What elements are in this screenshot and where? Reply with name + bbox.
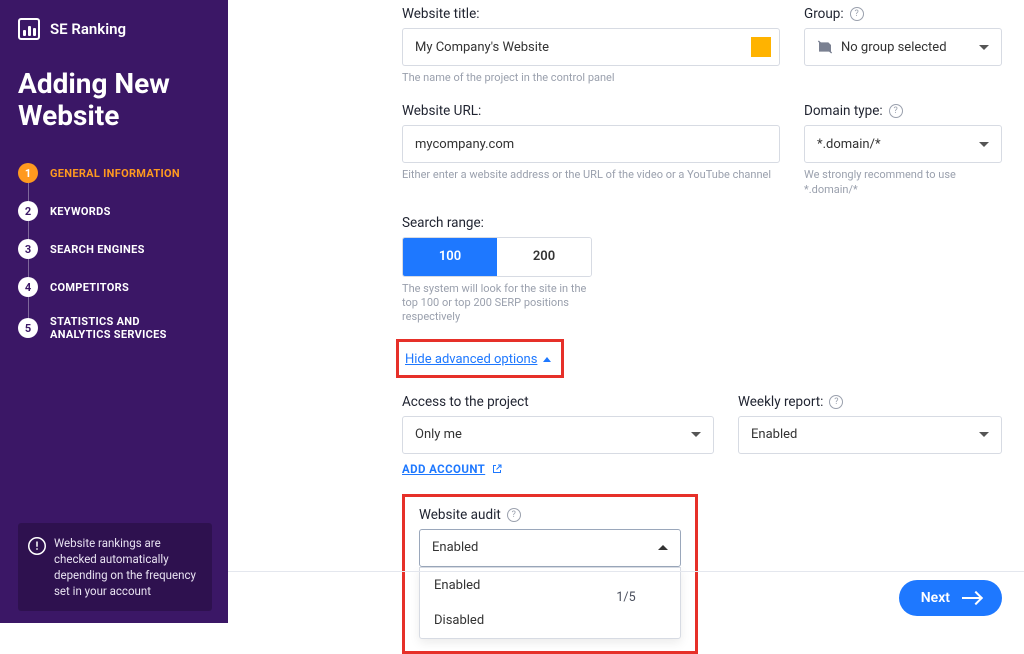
website-audit-value: Enabled	[432, 540, 478, 555]
step-search-engines[interactable]: 3 SEARCH ENGINES	[18, 230, 212, 268]
search-range-toggle: 100 200	[402, 237, 592, 277]
access-label: Access to the project	[402, 394, 714, 410]
domain-type-value: *.domain/*	[817, 137, 881, 152]
domain-type-hint: We strongly recommend to use *.domain/*	[804, 168, 1002, 197]
step-label: SEARCH ENGINES	[50, 243, 145, 256]
step-keywords[interactable]: 2 KEYWORDS	[18, 192, 212, 230]
step-general-information[interactable]: 1 GENERAL INFORMATION	[18, 154, 212, 192]
weekly-report-label: Weekly report: ?	[738, 394, 1002, 410]
hide-advanced-options-link[interactable]: Hide advanced options	[405, 352, 551, 367]
step-label: GENERAL INFORMATION	[50, 167, 180, 180]
arrow-right-icon	[962, 597, 980, 599]
color-icon	[751, 37, 771, 57]
website-audit-select[interactable]: Enabled	[419, 529, 681, 567]
step-number: 4	[18, 277, 38, 297]
step-number: 5	[18, 318, 38, 338]
brand-label: SE Ranking	[50, 20, 126, 38]
search-range-200[interactable]: 200	[497, 238, 591, 276]
website-url-hint: Either enter a website address or the UR…	[402, 168, 780, 182]
no-group-icon	[817, 39, 833, 55]
step-label: KEYWORDS	[50, 205, 111, 218]
step-number: 1	[18, 163, 38, 183]
bar-chart-icon	[18, 18, 40, 40]
group-value: No group selected	[841, 40, 947, 55]
access-value: Only me	[415, 427, 462, 442]
weekly-report-value: Enabled	[751, 427, 797, 442]
website-url-field[interactable]	[415, 137, 767, 152]
page-title: Adding New Website	[18, 68, 212, 132]
website-audit-label: Website audit ?	[419, 507, 681, 523]
project-color-swatch[interactable]	[742, 28, 780, 66]
sidebar: SE Ranking Adding New Website 1 GENERAL …	[0, 0, 228, 623]
chevron-down-icon	[979, 45, 989, 50]
website-title-hint: The name of the project in the control p…	[402, 71, 780, 85]
help-icon[interactable]: ?	[829, 395, 843, 409]
info-box: Website rankings are checked automatical…	[18, 523, 212, 611]
form-area: Website title: The name of the project i…	[402, 0, 1002, 571]
chevron-up-icon	[658, 545, 668, 550]
step-label: COMPETITORS	[50, 281, 129, 294]
info-text: Website rankings are checked automatical…	[54, 536, 196, 598]
chevron-down-icon	[979, 432, 989, 437]
search-range-label: Search range:	[402, 215, 1002, 231]
add-account-link[interactable]: ADD ACCOUNT	[402, 462, 714, 476]
alert-icon	[28, 537, 46, 555]
chevron-up-icon	[543, 357, 551, 362]
help-icon[interactable]: ?	[507, 508, 521, 522]
external-link-icon	[491, 463, 503, 475]
search-range-100[interactable]: 100	[403, 238, 497, 276]
domain-type-select[interactable]: *.domain/*	[804, 125, 1002, 163]
advanced-options-highlight: Hide advanced options	[396, 339, 564, 378]
wizard-footer: 1/5 Next	[228, 571, 1024, 623]
group-select[interactable]: No group selected	[804, 28, 1002, 66]
step-statistics-analytics[interactable]: 5 STATISTICS AND ANALYTICS SERVICES	[18, 306, 212, 350]
next-button[interactable]: Next	[899, 580, 1002, 616]
website-url-label: Website URL:	[402, 103, 780, 119]
help-icon[interactable]: ?	[889, 104, 903, 118]
chevron-down-icon	[979, 142, 989, 147]
website-title-label: Website title:	[402, 6, 780, 22]
group-label: Group: ?	[804, 6, 1002, 22]
access-select[interactable]: Only me	[402, 416, 714, 454]
step-number: 3	[18, 239, 38, 259]
step-number: 2	[18, 201, 38, 221]
domain-type-label: Domain type: ?	[804, 103, 1002, 119]
search-range-hint: The system will look for the site in the…	[402, 282, 602, 325]
next-label: Next	[921, 590, 950, 606]
weekly-report-select[interactable]: Enabled	[738, 416, 1002, 454]
step-competitors[interactable]: 4 COMPETITORS	[18, 268, 212, 306]
step-label: STATISTICS AND ANALYTICS SERVICES	[50, 315, 190, 341]
help-icon[interactable]: ?	[850, 7, 864, 21]
website-url-input[interactable]	[402, 125, 780, 163]
page-indicator: 1/5	[616, 590, 635, 605]
main-panel: Website title: The name of the project i…	[228, 0, 1024, 623]
brand: SE Ranking	[18, 18, 212, 40]
wizard-steps: 1 GENERAL INFORMATION 2 KEYWORDS 3 SEARC…	[18, 154, 212, 350]
website-title-input[interactable]	[402, 28, 742, 66]
chevron-down-icon	[691, 432, 701, 437]
website-title-field[interactable]	[415, 40, 730, 55]
